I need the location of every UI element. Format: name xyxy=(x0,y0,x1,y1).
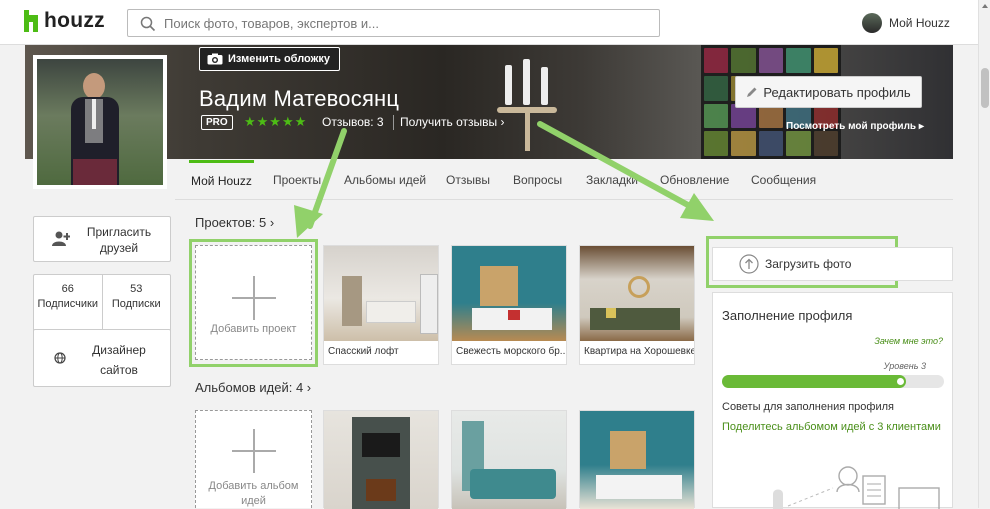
user-avatar xyxy=(862,13,882,33)
album-image xyxy=(452,411,566,509)
houzz-logo-icon xyxy=(24,10,38,32)
profile-photo-image xyxy=(37,59,163,185)
album-card[interactable] xyxy=(451,410,567,509)
add-project-card[interactable]: Добавить проект xyxy=(195,245,312,360)
globe-icon xyxy=(54,352,66,364)
view-profile-link[interactable]: Посмотреть мой профиль ▸ xyxy=(786,121,924,132)
project-caption: Квартира на Хорошевке xyxy=(584,346,694,357)
following-label: Подписки xyxy=(111,298,161,310)
project-image xyxy=(324,246,438,341)
change-cover-label: Изменить обложку xyxy=(228,53,331,65)
divider xyxy=(393,115,394,130)
left-sidebar: Пригласить друзей 66 Подписчики 53 Подпи… xyxy=(33,216,171,387)
completion-progress-bar xyxy=(722,375,944,388)
project-card[interactable]: Спасский лофт xyxy=(323,245,439,365)
tips-label: Советы для заполнения профиля xyxy=(722,401,894,413)
scrollbar-thumb[interactable] xyxy=(981,68,989,108)
invite-friends-button[interactable]: Пригласить друзей xyxy=(33,216,171,262)
add-user-icon xyxy=(52,231,70,246)
progress-knob xyxy=(896,377,906,386)
tab-questions[interactable]: Вопросы xyxy=(511,160,564,200)
album-card[interactable] xyxy=(579,410,695,509)
followers-count: 66 xyxy=(61,283,74,295)
designer-label: Дизайнер сайтов xyxy=(92,343,146,377)
level-label: Уровень 3 xyxy=(883,361,926,371)
profile-completion-panel: Заполнение профиля Зачем мне это? Уровен… xyxy=(712,292,953,509)
plus-icon xyxy=(231,429,276,473)
projects-title[interactable]: Проектов: 5 › xyxy=(195,215,274,230)
albums-title[interactable]: Альбомов идей: 4 › xyxy=(195,380,311,395)
followers-label: Подписчики xyxy=(37,298,98,310)
add-album-card[interactable]: Добавить альбом идей xyxy=(195,410,312,508)
upload-icon xyxy=(739,254,759,274)
designer-link-button[interactable]: Дизайнер сайтов xyxy=(33,329,171,387)
search-input[interactable] xyxy=(164,14,644,32)
logo-text: houzz xyxy=(44,9,105,32)
profile-tabs: Мой Houzz Проекты Альбомы идей Отзывы Во… xyxy=(175,160,953,200)
add-project-label: Добавить проект xyxy=(210,323,297,335)
invite-friends-label: Пригласить друзей xyxy=(86,225,152,255)
project-caption: Спасский лофт xyxy=(328,346,399,357)
tab-messages[interactable]: Сообщения xyxy=(749,160,818,200)
edit-profile-button[interactable]: Редактировать профиль xyxy=(735,76,922,108)
add-album-label: Добавить альбом идей xyxy=(208,480,299,507)
my-houzz-menu[interactable]: Мой Houzz xyxy=(862,13,950,33)
following-count: 53 xyxy=(130,283,143,295)
tab-projects[interactable]: Проекты xyxy=(271,160,323,200)
follow-stats: 66 Подписчики 53 Подписки xyxy=(33,274,171,332)
album-image xyxy=(324,411,438,509)
upload-photo-button[interactable]: Загрузить фото xyxy=(712,247,953,281)
candles-decor xyxy=(475,55,575,159)
pencil-icon xyxy=(747,87,757,97)
reviews-count[interactable]: Отзывов: 3 xyxy=(322,115,384,129)
get-reviews-link[interactable]: Получить отзывы › xyxy=(400,115,504,129)
search-icon xyxy=(140,16,156,32)
top-bar: houzz Мой Houzz xyxy=(0,0,978,45)
tab-updates[interactable]: Обновление xyxy=(658,160,731,200)
album-image xyxy=(580,411,694,509)
progress-fill xyxy=(722,375,907,388)
project-image xyxy=(452,246,566,341)
tab-albums[interactable]: Альбомы идей xyxy=(342,160,428,200)
share-albums-link[interactable]: Поделитесь альбомом идей с 3 клиентами xyxy=(722,421,941,433)
followers-stat[interactable]: 66 Подписчики xyxy=(34,275,102,331)
following-stat[interactable]: 53 Подписки xyxy=(101,275,171,331)
edit-profile-label: Редактировать профиль xyxy=(763,84,911,100)
why-link[interactable]: Зачем мне это? xyxy=(874,336,943,346)
tab-bookmarks[interactable]: Закладки xyxy=(584,160,640,200)
plus-icon xyxy=(231,276,276,320)
completion-title: Заполнение профиля xyxy=(722,308,853,323)
pro-badge: PRO xyxy=(201,115,233,130)
upload-photo-label: Загрузить фото xyxy=(765,257,852,271)
profile-illustration-icon xyxy=(773,466,940,509)
album-card[interactable] xyxy=(323,410,439,509)
change-cover-button[interactable]: Изменить обложку xyxy=(199,47,341,71)
profile-name: Вадим Матевосянц xyxy=(199,86,400,111)
camera-icon xyxy=(207,53,223,65)
houzz-logo[interactable]: houzz xyxy=(24,9,105,33)
tab-reviews[interactable]: Отзывы xyxy=(444,160,492,200)
project-card[interactable]: Свежесть морского бр... xyxy=(451,245,567,365)
tab-my-houzz[interactable]: Мой Houzz xyxy=(189,160,254,200)
page-scrollbar[interactable] xyxy=(978,0,990,508)
project-caption: Свежесть морского бр... xyxy=(456,346,566,357)
search-box[interactable] xyxy=(127,9,660,37)
rating-stars: ★★★★★ xyxy=(244,114,308,129)
project-card[interactable]: Квартира на Хорошевке xyxy=(579,245,695,365)
project-image xyxy=(580,246,694,341)
profile-photo[interactable] xyxy=(33,55,167,189)
my-houzz-label: Мой Houzz xyxy=(889,16,950,30)
